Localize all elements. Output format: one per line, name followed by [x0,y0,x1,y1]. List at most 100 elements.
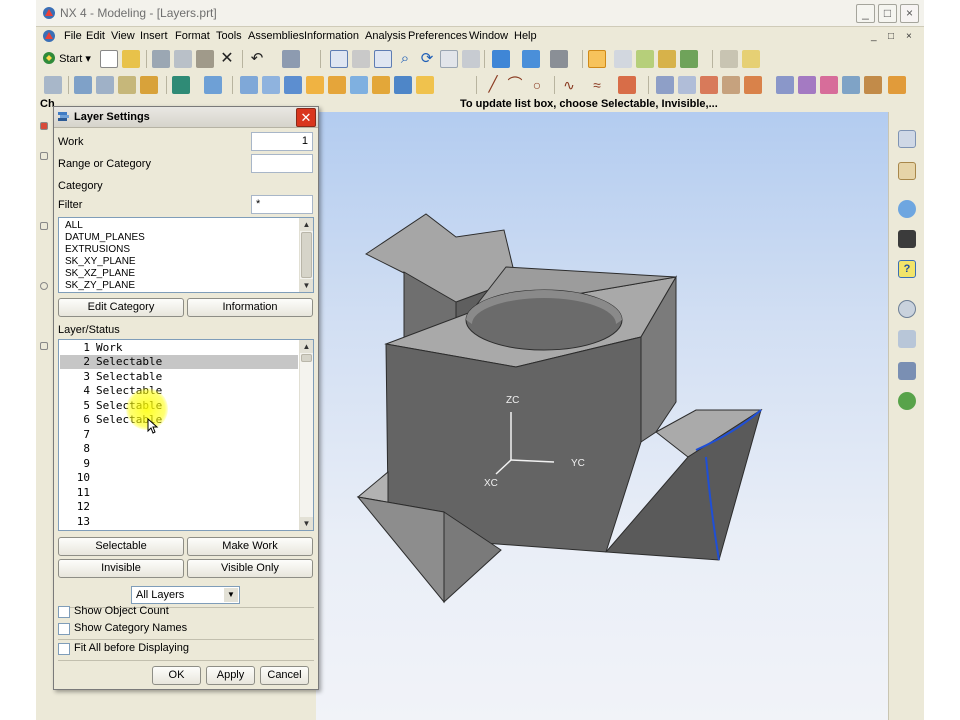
extrude-icon[interactable] [74,76,92,94]
brush-icon[interactable] [888,76,906,94]
resource-icon[interactable] [40,122,48,130]
pan-icon[interactable] [440,50,458,68]
circle-icon[interactable]: ○ [528,76,546,94]
zoom-icon[interactable] [352,50,370,68]
history-icon[interactable] [898,300,916,318]
resource-icon[interactable] [40,222,48,230]
select-icon[interactable] [282,50,300,68]
scroll-up-icon[interactable]: ▲ [300,340,313,353]
scroll-thumb[interactable] [301,354,312,362]
scroll-down-icon[interactable]: ▼ [300,279,313,292]
scroll-down-icon[interactable]: ▼ [300,517,313,530]
menu-edit[interactable]: Edit [86,30,105,42]
help-icon[interactable]: ? [898,260,916,278]
delete-icon[interactable]: ✕ [218,50,236,68]
transition-icon[interactable] [864,76,882,94]
category-item[interactable]: SK_XY_PLANE [65,256,136,267]
block-icon[interactable] [240,76,258,94]
assembly-navigator-icon[interactable] [898,130,916,148]
chevron-down-icon[interactable]: ▼ [224,588,238,602]
menu-file[interactable]: File [64,30,82,42]
snap-view-icon[interactable] [462,50,480,68]
render-icon[interactable] [550,50,568,68]
menu-insert[interactable]: Insert [140,30,168,42]
nx-menu-icon[interactable] [42,29,56,43]
roles-icon[interactable] [898,392,916,410]
visible-only-button[interactable]: Visible Only [187,559,313,578]
layer-row[interactable]: 11 [60,486,298,500]
hole-icon[interactable] [140,76,158,94]
intersect-icon[interactable] [372,76,390,94]
chamfer-icon[interactable] [416,76,434,94]
start-button[interactable]: Start ▾ [42,51,91,65]
information-button[interactable]: Information [187,298,313,317]
face-icon[interactable] [776,76,794,94]
cylinder-icon[interactable] [262,76,280,94]
category-item[interactable]: SK_ZY_PLANE [65,280,135,291]
menu-analysis[interactable]: Analysis [365,30,406,42]
layer-row[interactable]: 5Selectable [60,399,298,413]
layer-row[interactable]: 9 [60,457,298,471]
menu-assemblies[interactable]: Assemblies [248,30,304,42]
make-work-button[interactable]: Make Work [187,537,313,556]
zoom-in-icon[interactable]: ⌕ [396,50,414,68]
snap-edge-icon[interactable] [658,50,676,68]
close-window-button[interactable]: × [900,4,919,23]
reuse-library-icon[interactable] [898,330,916,348]
part-navigator-icon[interactable] [898,162,916,180]
resource-icon[interactable] [40,282,48,290]
rotate-icon[interactable]: ⟳ [418,50,436,68]
n-sided-icon[interactable] [820,76,838,94]
resource-icon[interactable] [40,152,48,160]
through-curves-icon[interactable] [700,76,718,94]
curve-icon[interactable]: ∿ [560,76,578,94]
cut-icon[interactable] [152,50,170,68]
snap-icon[interactable] [614,50,632,68]
category-scrollbar[interactable]: ▲ ▼ [299,218,313,292]
grid-icon[interactable] [720,50,738,68]
layer-row[interactable]: 12 [60,500,298,514]
menu-view[interactable]: View [111,30,135,42]
ok-button[interactable]: OK [152,666,201,685]
scroll-thumb[interactable] [301,232,312,278]
menu-format[interactable]: Format [175,30,210,42]
category-item[interactable]: SK_XZ_PLANE [65,268,135,279]
layer-filter-select[interactable]: All Layers ▼ [131,586,240,604]
ruled-icon[interactable] [678,76,696,94]
zoom-region-icon[interactable] [374,50,392,68]
apply-button[interactable]: Apply [206,666,255,685]
selection-filter-icon[interactable] [588,50,606,68]
web-browser-icon[interactable] [898,200,916,218]
menu-window[interactable]: Window [469,30,508,42]
work-layer-field[interactable]: 1 [251,132,313,151]
layer-row[interactable]: 3 Selectable [60,370,298,384]
menu-preferences[interactable]: Preferences [408,30,467,42]
part-model[interactable]: ZC YC XC [316,112,888,720]
surface-icon[interactable] [656,76,674,94]
trim-icon[interactable] [618,76,636,94]
pocket-icon[interactable] [204,76,222,94]
new-icon[interactable] [100,50,118,68]
layer-row[interactable]: 7 [60,428,298,442]
boss-icon[interactable] [172,76,190,94]
selectable-button[interactable]: Selectable [58,537,184,556]
unite-icon[interactable] [328,76,346,94]
training-icon[interactable] [898,230,916,248]
revolve-icon[interactable] [96,76,114,94]
invisible-button[interactable]: Invisible [58,559,184,578]
paste-icon[interactable] [196,50,214,68]
view-icon[interactable] [522,50,540,68]
sketch-icon[interactable] [44,76,62,94]
layer-row[interactable]: 13 [60,515,298,529]
swept-surface-icon[interactable] [722,76,740,94]
sweep-icon[interactable] [118,76,136,94]
scroll-up-icon[interactable]: ▲ [300,218,313,231]
sphere-icon[interactable] [306,76,324,94]
category-item[interactable]: DATUM_PLANES [65,232,145,243]
line-icon[interactable]: ╱ [484,76,502,94]
process-studio-icon[interactable] [898,362,916,380]
layer-row[interactable]: 6Selectable [60,413,298,427]
layer-scrollbar[interactable]: ▲ ▼ [299,340,313,530]
menu-information[interactable]: Information [304,30,359,42]
snap-face-icon[interactable] [680,50,698,68]
